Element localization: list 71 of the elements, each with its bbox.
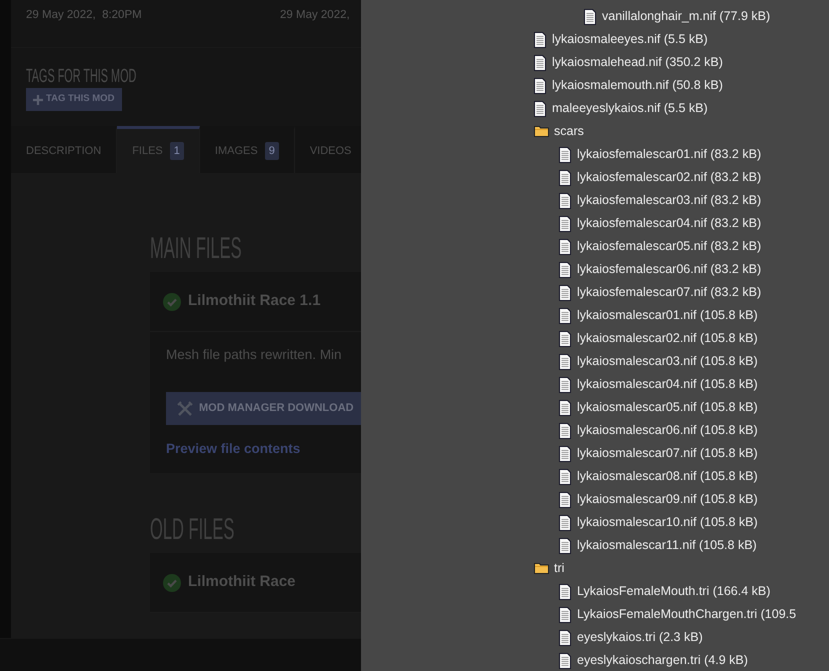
file-icon: [559, 192, 571, 208]
plus-icon: [33, 94, 43, 104]
file-name: lykaiosmalescar11.nif (105.8 kB): [577, 537, 757, 554]
check-circle-icon: [163, 292, 181, 310]
file-icon: [534, 100, 546, 116]
file-icon: [559, 446, 571, 462]
mod-manager-download-button[interactable]: MOD MANAGER DOWNLOAD: [166, 392, 361, 425]
file-name: lykaiosmalescar01.nif (105.8 kB): [577, 307, 758, 324]
date-text: 29 May 2022, 8:20PM: [26, 8, 143, 23]
file-name: LykaiosFemaleMouthChargen.tri (109.5: [577, 606, 796, 623]
count-badge: 9: [264, 142, 279, 160]
file-name: lykaiosfemalescar06.nif (83.2 kB): [577, 261, 762, 278]
file-icon: [559, 422, 571, 438]
file-icon: [559, 262, 571, 278]
file-icon: [559, 630, 571, 646]
file-name: lykaiosmalescar05.nif (105.8 kB): [577, 399, 758, 416]
file-icon: [559, 492, 571, 508]
file-icon: [559, 284, 571, 300]
file-name: lykaiosmaleeyes.nif (5.5 kB): [552, 31, 708, 48]
folder-icon: [534, 563, 549, 574]
file-name: eyeslykaioschargen.tri (4.9 kB): [577, 652, 748, 669]
file-icon: [559, 330, 571, 346]
file-icon: [559, 354, 571, 370]
file-icon: [534, 78, 546, 94]
crossed-tools-icon: [177, 400, 193, 416]
folder-icon: [534, 126, 549, 137]
file-icon: [584, 8, 596, 24]
file-name: vanillalonghair_m.nif (77.9 kB): [602, 8, 770, 25]
file-name: lykaiosmalescar06.nif (105.8 kB): [577, 422, 758, 439]
file-icon: [559, 170, 571, 186]
file-name: eyeslykaios.tri (2.3 kB): [577, 629, 703, 646]
file-title: Lilmothiit Race 1.1: [188, 291, 321, 312]
file-name: lykaiosfemalescar04.nif (83.2 kB): [577, 215, 762, 232]
file-name: lykaiosfemalescar03.nif (83.2 kB): [577, 192, 762, 209]
file-name: lykaiosfemalescar02.nif (83.2 kB): [577, 169, 762, 186]
file-icon: [559, 146, 571, 162]
folder-name: tri: [554, 560, 564, 577]
file-name: lykaiosmalescar07.nif (105.8 kB): [577, 445, 758, 462]
file-name: lykaiosmalescar09.nif (105.8 kB): [577, 491, 758, 508]
file-name: LykaiosFemaleMouth.tri (166.4 kB): [577, 583, 770, 600]
file-description: Mesh file paths rewritten. Min: [166, 347, 343, 363]
file-icon: [559, 584, 571, 600]
file-icon: [559, 216, 571, 232]
file-title: Lilmothiit Race: [188, 572, 296, 592]
file-icon: [559, 652, 571, 668]
file-icon: [559, 514, 571, 530]
file-name: lykaiosfemalescar05.nif (83.2 kB): [577, 238, 762, 255]
file-name: maleeyeslykaios.nif (5.5 kB): [552, 100, 708, 117]
file-name: lykaiosfemalescar07.nif (83.2 kB): [577, 284, 762, 301]
file-icon: [559, 238, 571, 254]
file-name: lykaiosmalescar03.nif (105.8 kB): [577, 353, 758, 370]
file-name: lykaiosmalescar02.nif (105.8 kB): [577, 330, 758, 347]
file-icon: [559, 538, 571, 554]
file-icon: [534, 32, 546, 48]
date-text: 29 May 2022,: [280, 8, 350, 23]
file-icon: [559, 468, 571, 484]
file-name: lykaiosmalescar04.nif (105.8 kB): [577, 376, 758, 393]
count-badge: 1: [170, 142, 184, 160]
file-icon: [559, 376, 571, 392]
folder-name: scars: [554, 123, 584, 140]
file-name: lykaiosmalescar08.nif (105.8 kB): [577, 468, 758, 485]
preview-file-contents-link[interactable]: Preview file contents: [166, 441, 300, 457]
file-icon: [559, 606, 571, 622]
check-circle-icon: [163, 574, 181, 592]
file-name: lykaiosmalehead.nif (350.2 kB): [552, 54, 723, 71]
file-name: lykaiosfemalescar01.nif (83.2 kB): [577, 146, 762, 163]
file-icon: [534, 54, 546, 70]
file-icon: [559, 308, 571, 324]
file-icon: [559, 400, 571, 416]
file-name: lykaiosmalescar10.nif (105.8 kB): [577, 514, 758, 531]
file-name: lykaiosmalemouth.nif (50.8 kB): [552, 77, 723, 94]
